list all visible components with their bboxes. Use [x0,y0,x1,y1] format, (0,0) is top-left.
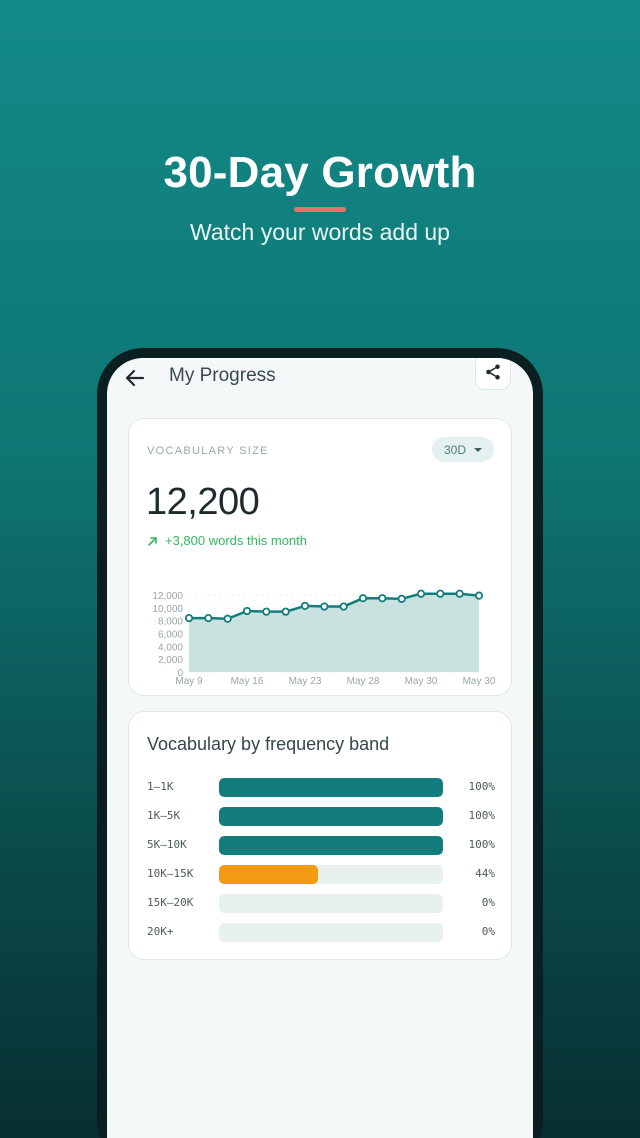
band-row: 10K–15K 44% [147,865,497,885]
x-tick-label: May 23 [289,676,322,687]
y-tick-label: 12,000 [152,591,183,602]
band-progress-track [219,807,443,826]
band-progress-track [219,836,443,855]
band-row: 15K–20K 0% [147,894,497,914]
band-progress-fill [219,865,318,884]
data-point [416,589,426,598]
x-tick-label: May 9 [175,676,203,687]
band-label: 15K–20K [147,896,194,909]
data-point [436,589,445,598]
share-icon [486,364,500,380]
y-tick-label: 8,000 [158,617,183,628]
vocabulary-chart: 02,0004,0006,0008,00010,00012,000May 9 Ma… [152,589,496,687]
data-point [474,591,484,600]
band-label: 1–1K [147,780,174,793]
trend-up-icon [148,536,157,546]
caret-down-icon [474,447,482,452]
band-percentage: 44% [475,867,495,880]
vocabulary-card: VOCABULARY SIZE 30D 12,200 +3,800 words … [128,418,512,696]
band-progress-fill [219,778,443,797]
band-percentage: 0% [481,925,495,938]
band-label: 20K+ [147,925,174,938]
range-value: 30D [443,442,466,457]
hero-title: 30-Day Growth [163,148,477,197]
band-progress-fill [219,836,443,855]
y-tick-label: 2,000 [158,655,183,666]
band-row: 1K–5K 100% [147,807,497,827]
band-progress-track [219,778,443,797]
band-progress-track [219,894,443,913]
monthly-delta: +3,800 words this month [147,533,307,548]
data-point [339,602,348,611]
band-row: 5K–10K 100% [147,836,497,856]
data-point [300,601,310,611]
data-point [320,602,329,611]
x-tick-label: May 16 [231,676,264,687]
band-percentage: 100% [468,809,496,822]
data-point [223,614,232,623]
frequency-band-card: Vocabulary by frequency band 1–1K 100% 1K–… [128,711,512,960]
y-tick-label: 4,000 [158,642,183,653]
range-dropdown[interactable]: 30D [432,437,494,462]
vocabulary-size-label: VOCABULARY SIZE [147,445,269,457]
band-progress-track [219,865,443,884]
band-label: 5K–10K [147,838,187,851]
band-progress-track [219,923,443,942]
data-point [242,606,252,616]
data-point [397,594,406,603]
band-percentage: 100% [468,838,496,851]
data-point [378,594,387,603]
band-row: 1–1K 100% [147,778,497,798]
hero-underline [294,207,346,212]
x-tick-label: May 30 [405,676,438,687]
y-tick-label: 6,000 [158,630,183,641]
data-point [281,607,290,616]
x-tick-label: May 30 [463,676,496,687]
data-point [204,613,213,623]
band-label: 10K–15K [147,867,194,880]
band-label: 1K–5K [147,809,181,822]
bands-title: Vocabulary by frequency band [147,734,390,754]
band-percentage: 0% [481,896,495,909]
page-title: My Progress [169,365,276,386]
phone-screen: My Progress VOCABULARY SIZE 30D 12,200 +… [107,358,533,1138]
top-bar: My Progress [107,358,533,398]
data-point [184,613,194,623]
arrow-left-icon[interactable] [123,366,147,390]
y-tick-label: 10,000 [152,604,183,615]
data-point [455,589,464,598]
vocabulary-count: 12,200 [146,481,260,523]
data-point [358,594,368,603]
band-row: 20K+ 0% [147,923,497,943]
band-percentage: 100% [468,780,496,793]
data-point [262,607,271,616]
share-button[interactable] [475,358,511,390]
x-tick-label: May 28 [347,676,380,687]
band-progress-fill [219,807,443,826]
delta-text: +3,800 words this month [165,533,307,548]
hero-subtitle: Watch your words add up [190,219,450,245]
